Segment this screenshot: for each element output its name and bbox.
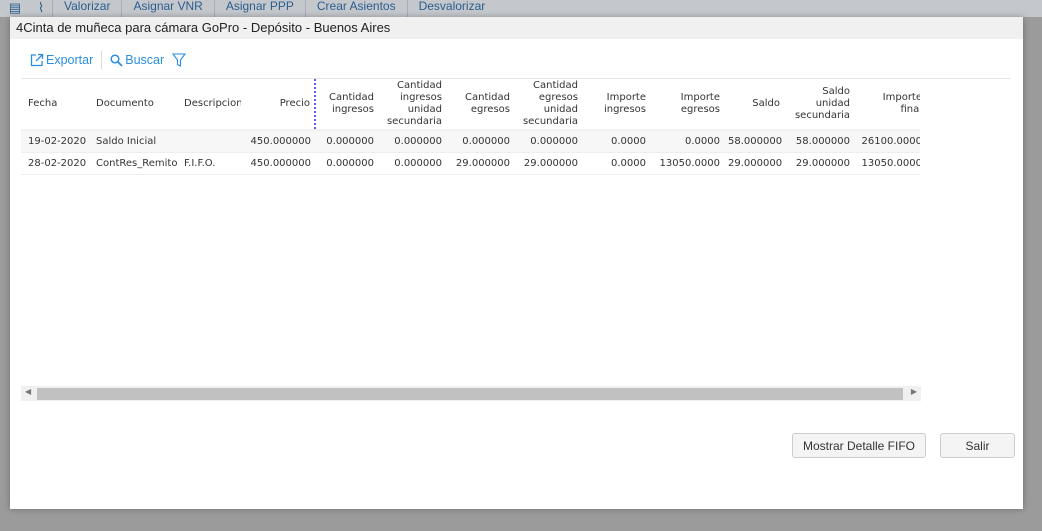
column-header[interactable]: Cantidad egresos bbox=[446, 79, 514, 131]
table-cell: 13050.0000 bbox=[650, 152, 724, 175]
table-cell: Saldo Inicial bbox=[89, 130, 177, 153]
table-row[interactable]: 28-02-2020 ContRes_Remito F.I.F.O. 450.0000… bbox=[21, 152, 920, 175]
column-header[interactable]: Saldo unidad secundaria bbox=[784, 79, 854, 131]
column-header[interactable]: Cantidad ingresos bbox=[315, 79, 378, 131]
column-header[interactable]: Documento bbox=[89, 79, 177, 131]
desvalorizar-button[interactable]: Desvalorizar bbox=[406, 0, 497, 17]
scroll-right-icon[interactable]: ▶ bbox=[911, 387, 917, 396]
paperclip-icon: ⌇ bbox=[37, 0, 45, 15]
background-toolbar: ▤ ⌇ Valorizar Asignar VNR Asignar PPP Cr… bbox=[0, 0, 1042, 17]
table-cell: 0.000000 bbox=[446, 130, 514, 153]
grid-toolbar: Exportar Buscar bbox=[30, 50, 187, 70]
table-cell: F.I.F.O. bbox=[177, 152, 241, 175]
toolbar-divider bbox=[101, 51, 103, 69]
external-link-icon bbox=[30, 53, 44, 67]
table-cell: 0.000000 bbox=[514, 130, 582, 153]
filter-button[interactable] bbox=[172, 52, 187, 68]
table-cell: 29.000000 bbox=[514, 152, 582, 175]
table-cell: 19-02-2020 bbox=[21, 130, 89, 153]
table-cell: ContRes_Remito bbox=[89, 152, 177, 175]
asignar-vnr-button[interactable]: Asignar VNR bbox=[121, 0, 213, 17]
table-cell: 29.000000 bbox=[784, 152, 854, 175]
column-header[interactable]: Precio bbox=[241, 79, 316, 131]
column-header[interactable]: Fecha bbox=[21, 79, 89, 131]
column-header[interactable]: Cantidad ingresos unidad secundaria bbox=[378, 79, 446, 131]
table-cell: 0.0000 bbox=[582, 130, 650, 153]
table-cell: 0.000000 bbox=[315, 152, 378, 175]
filter-icon bbox=[172, 52, 187, 67]
valorizar-button[interactable]: Valorizar bbox=[52, 0, 121, 17]
search-icon bbox=[110, 53, 123, 67]
horizontal-scrollbar[interactable]: ◀ ▶ bbox=[21, 386, 921, 401]
crear-asientos-button[interactable]: Crear Asientos bbox=[304, 0, 407, 17]
column-header[interactable]: Descripcion bbox=[177, 79, 241, 131]
fifo-detail-modal: 4Cinta de muñeca para cámara GoPro - Dep… bbox=[10, 17, 1023, 509]
modal-title: 4Cinta de muñeca para cámara GoPro - Dep… bbox=[10, 17, 1023, 39]
table-cell: 450.000000 bbox=[241, 130, 315, 153]
exit-button[interactable]: Salir bbox=[940, 433, 1015, 458]
scrollbar-thumb[interactable] bbox=[37, 388, 903, 400]
table-cell: 0.000000 bbox=[315, 130, 378, 153]
search-label: Buscar bbox=[125, 53, 165, 67]
scroll-left-icon[interactable]: ◀ bbox=[25, 387, 31, 396]
table-cell bbox=[177, 130, 241, 153]
movements-grid: Fecha Documento Descripcion Precio Cantidad … bbox=[21, 78, 1011, 175]
asignar-ppp-button[interactable]: Asignar PPP bbox=[213, 0, 305, 17]
table-cell: 450.000000 bbox=[241, 152, 315, 175]
table-row[interactable]: 19-02-2020 Saldo Inicial 450.000000 0.00000… bbox=[21, 130, 920, 153]
table-cell: 0.0000 bbox=[650, 130, 724, 153]
export-label: Exportar bbox=[46, 53, 94, 67]
show-fifo-detail-button[interactable]: Mostrar Detalle FIFO bbox=[792, 433, 926, 458]
table-cell: 0.000000 bbox=[378, 152, 446, 175]
column-header[interactable]: Importe egresos bbox=[650, 79, 724, 131]
export-button[interactable]: Exportar bbox=[30, 53, 93, 67]
table-cell: 58.000000 bbox=[784, 130, 854, 153]
table-cell: 29.000000 bbox=[446, 152, 514, 175]
column-header[interactable]: Cantidad egresos unidad secundaria bbox=[514, 79, 582, 131]
table-cell: 13050.0000 bbox=[854, 152, 920, 175]
search-button[interactable]: Buscar bbox=[110, 53, 164, 67]
table-cell: 29.000000 bbox=[724, 152, 784, 175]
table-cell: 28-02-2020 bbox=[21, 152, 89, 175]
table-cell: 26100.0000 bbox=[854, 130, 920, 153]
table-cell: 0.0000 bbox=[582, 152, 650, 175]
table-cell: 0.000000 bbox=[378, 130, 446, 153]
document-icon: ▤ bbox=[8, 0, 22, 15]
table-cell: 58.000000 bbox=[724, 130, 784, 153]
column-header[interactable]: Importe ingresos bbox=[582, 79, 650, 131]
column-header[interactable]: Saldo bbox=[724, 79, 784, 131]
column-header[interactable]: Importe final bbox=[854, 79, 920, 131]
